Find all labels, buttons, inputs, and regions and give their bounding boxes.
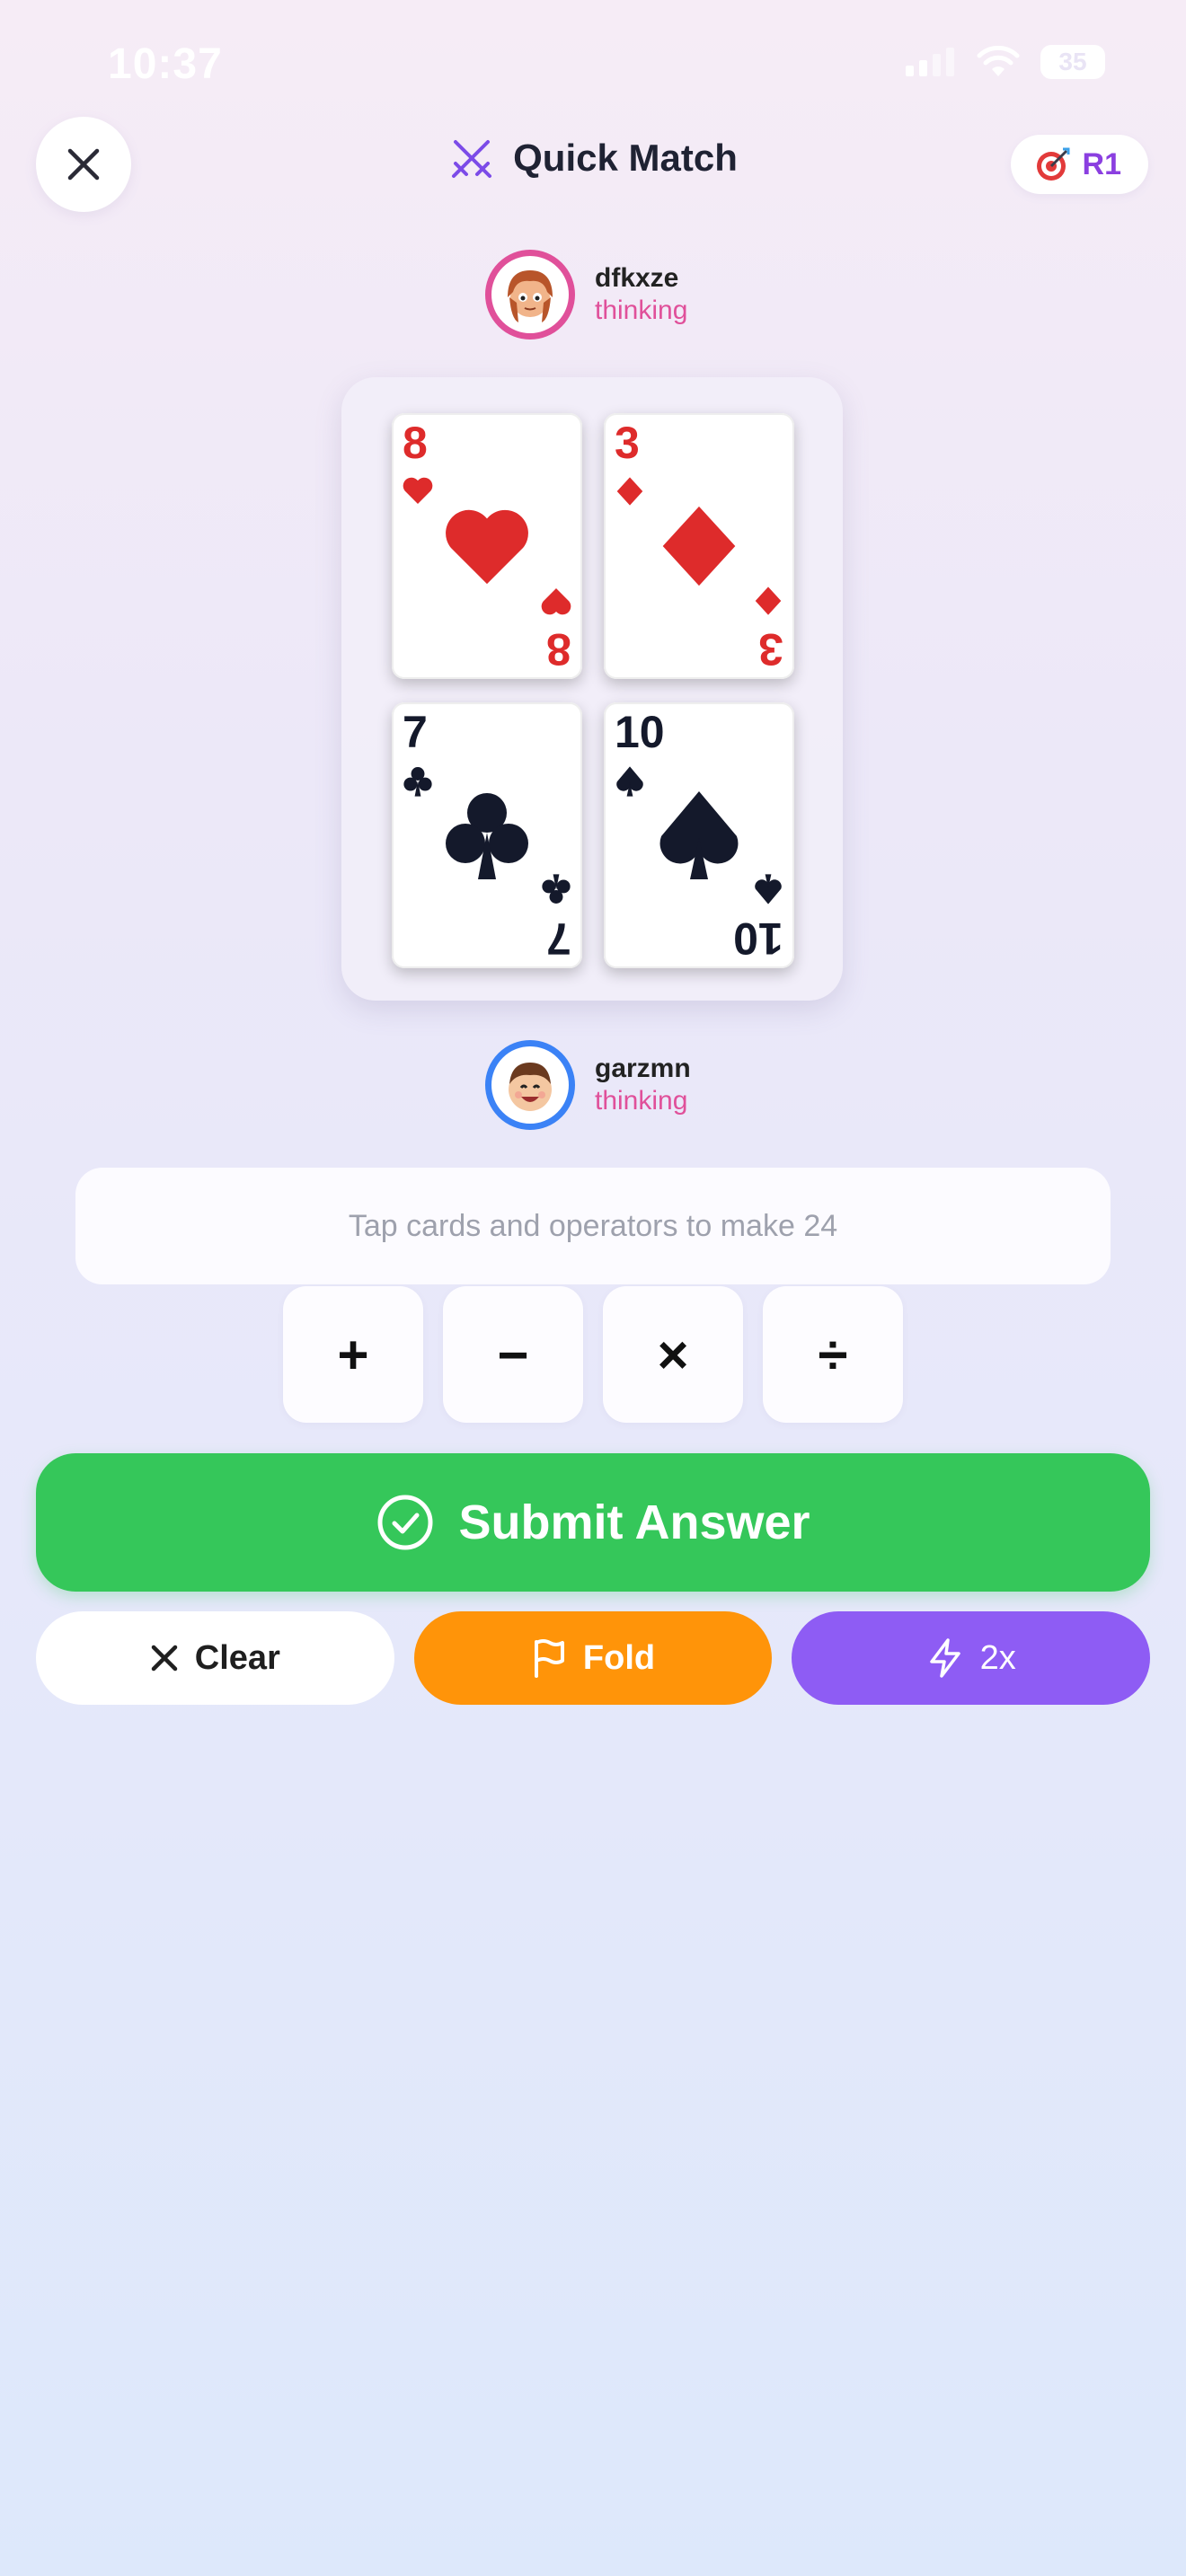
card-rank-bottom: 3 — [758, 624, 783, 675]
multiply-button[interactable]: × — [603, 1286, 743, 1423]
card-rank: 7 — [403, 707, 428, 757]
check-circle-icon — [377, 1495, 433, 1550]
round-badge: R1 — [1010, 135, 1148, 194]
submit-label: Submit Answer — [458, 1495, 810, 1549]
heart-icon — [403, 477, 433, 504]
submit-answer-button[interactable]: Submit Answer — [36, 1453, 1150, 1592]
signal-icon — [906, 48, 954, 76]
girl-avatar-icon — [508, 270, 553, 322]
card-rank-bottom: 10 — [733, 913, 783, 964]
player-name: garzmn — [595, 1054, 691, 1083]
status-indicators: 35 — [906, 45, 1105, 79]
page-title: Quick Match — [513, 137, 738, 179]
battery-icon: 35 — [1040, 45, 1105, 79]
card-rank-bottom: 7 — [546, 913, 571, 964]
player-info: garzmn thinking — [485, 1040, 691, 1130]
close-icon — [151, 1645, 178, 1672]
fold-button[interactable]: Fold — [413, 1611, 773, 1705]
action-row: Clear Fold 2x — [36, 1611, 1151, 1705]
opponent-status: thinking — [595, 296, 688, 325]
heart-icon — [541, 588, 571, 615]
opponent-avatar — [485, 250, 575, 340]
divide-button[interactable]: ÷ — [763, 1286, 903, 1423]
wifi-icon — [977, 46, 1020, 76]
clear-label: Clear — [194, 1638, 280, 1677]
opponent-info: dfkxze thinking — [485, 250, 687, 340]
card-rank-bottom: 8 — [546, 624, 571, 675]
diamond-icon — [616, 477, 643, 506]
header: Quick Match — [0, 135, 1186, 181]
operator-row: + − × ÷ — [0, 1286, 1186, 1423]
lightning-icon — [929, 1638, 960, 1678]
target-icon — [1036, 147, 1070, 181]
club-icon — [542, 874, 571, 904]
player-avatar — [485, 1040, 575, 1130]
card-3-diamonds[interactable]: 3 3 — [604, 413, 794, 679]
boy-avatar-icon — [509, 1063, 552, 1111]
diamond-icon — [662, 506, 736, 587]
diamond-icon — [755, 587, 782, 615]
card-board: 8 8 3 3 7 7 10 10 — [341, 377, 843, 1001]
plus-button[interactable]: + — [283, 1286, 423, 1423]
expression-display[interactable]: Tap cards and operators to make 24 — [75, 1168, 1111, 1284]
club-icon — [403, 767, 432, 797]
card-rank: 8 — [403, 418, 428, 468]
flag-icon — [534, 1639, 564, 1678]
crossed-swords-icon — [452, 140, 492, 178]
spade-icon — [659, 791, 739, 879]
opponent-name: dfkxze — [595, 263, 679, 293]
spade-icon — [755, 874, 782, 904]
minus-button[interactable]: − — [443, 1286, 583, 1423]
round-label: R1 — [1082, 146, 1121, 181]
card-10-spades[interactable]: 10 10 — [604, 702, 794, 968]
clear-button[interactable]: Clear — [36, 1611, 394, 1705]
card-rank: 3 — [615, 418, 640, 468]
double-boost-button[interactable]: 2x — [792, 1611, 1151, 1705]
fold-label: Fold — [582, 1638, 656, 1677]
card-rank: 10 — [615, 707, 665, 757]
status-time: 10:37 — [108, 40, 223, 88]
heart-icon — [446, 509, 528, 585]
card-7-clubs[interactable]: 7 7 — [392, 702, 582, 968]
card-8-hearts[interactable]: 8 8 — [392, 413, 582, 679]
club-icon — [446, 793, 528, 879]
boost-label: 2x — [979, 1638, 1016, 1677]
player-status: thinking — [595, 1086, 688, 1116]
spade-icon — [616, 766, 643, 797]
